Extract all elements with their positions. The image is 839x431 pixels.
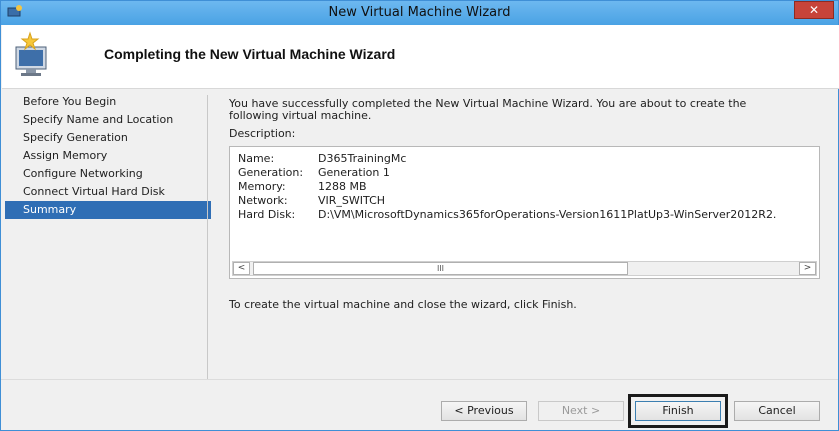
description-label: Description: — [229, 127, 296, 140]
wizard-window: New Virtual Machine Wizard ✕ Completing … — [0, 0, 839, 431]
close-button[interactable]: ✕ — [794, 1, 834, 19]
summary-key: Name: — [238, 152, 275, 165]
summary-content: You have successfully completed the New … — [229, 98, 820, 311]
previous-button[interactable]: < Previous — [441, 401, 527, 421]
scroll-thumb[interactable]: III — [253, 262, 628, 275]
summary-value: D:\VM\MicrosoftDynamics365forOperations-… — [318, 208, 777, 221]
next-button[interactable]: Next > — [538, 401, 624, 421]
summary-row-memory: Memory: 1288 MB — [238, 180, 776, 194]
completion-message-line-2: following virtual machine. — [229, 109, 372, 122]
vm-summary-list: Name: D365TrainingMc Generation: Generatio… — [238, 152, 776, 222]
title-bar[interactable]: New Virtual Machine Wizard ✕ — [1, 1, 838, 25]
summary-key: Generation: — [238, 166, 304, 179]
description-box[interactable]: Name: D365TrainingMc Generation: Generatio… — [229, 146, 820, 279]
wizard-steps-nav: Before You Begin Specify Name and Locati… — [1, 93, 211, 219]
nav-item-before-you-begin[interactable]: Before You Begin — [5, 93, 211, 111]
summary-key: Memory: — [238, 180, 286, 193]
nav-item-assign-memory[interactable]: Assign Memory — [5, 147, 211, 165]
nav-item-configure-networking[interactable]: Configure Networking — [5, 165, 211, 183]
summary-value: VIR_SWITCH — [318, 194, 386, 207]
summary-row-name: Name: D365TrainingMc — [238, 152, 776, 166]
scroll-right-arrow-icon[interactable]: > — [799, 262, 816, 275]
wizard-header: Completing the New Virtual Machine Wizar… — [2, 25, 839, 89]
completion-message: You have successfully completed the New … — [229, 98, 809, 122]
nav-item-specify-name-and-location[interactable]: Specify Name and Location — [5, 111, 211, 129]
finish-button[interactable]: Finish — [635, 401, 721, 421]
cancel-button[interactable]: Cancel — [734, 401, 820, 421]
scroll-left-arrow-icon[interactable]: < — [233, 262, 250, 275]
nav-divider — [207, 95, 208, 380]
summary-value: Generation 1 — [318, 166, 390, 179]
wizard-footer: < Previous Next > Finish Cancel — [1, 379, 838, 430]
nav-item-summary[interactable]: Summary — [5, 201, 211, 219]
summary-key: Network: — [238, 194, 288, 207]
summary-row-network: Network: VIR_SWITCH — [238, 194, 776, 208]
finish-instruction: To create the virtual machine and close … — [229, 298, 577, 311]
window-title: New Virtual Machine Wizard — [328, 5, 511, 20]
summary-row-generation: Generation: Generation 1 — [238, 166, 776, 180]
nav-item-connect-virtual-hard-disk[interactable]: Connect Virtual Hard Disk — [5, 183, 211, 201]
summary-key: Hard Disk: — [238, 208, 296, 221]
new-vm-wizard-icon — [12, 31, 54, 79]
page-title: Completing the New Virtual Machine Wizar… — [104, 46, 396, 62]
summary-value: 1288 MB — [318, 180, 367, 193]
summary-row-hard-disk: Hard Disk: D:\VM\MicrosoftDynamics365forO… — [238, 208, 776, 222]
summary-value: D365TrainingMc — [318, 152, 407, 165]
horizontal-scrollbar[interactable]: < III > — [232, 261, 817, 276]
nav-item-specify-generation[interactable]: Specify Generation — [5, 129, 211, 147]
